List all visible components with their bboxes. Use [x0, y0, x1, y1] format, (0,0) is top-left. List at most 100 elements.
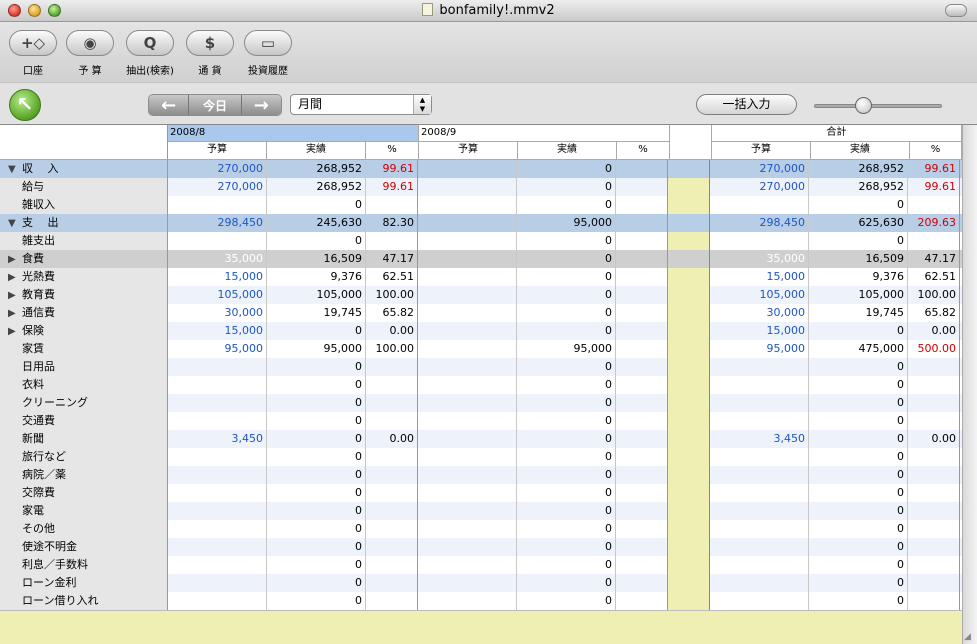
disclosure-right-icon[interactable]: ▶	[8, 251, 22, 268]
month2-budget-cell[interactable]	[418, 592, 517, 610]
category-label[interactable]: ▶ 保険	[0, 322, 168, 340]
month2-budget-cell[interactable]	[418, 196, 517, 214]
month1-pct-cell[interactable]	[366, 466, 418, 484]
month1-budget-cell[interactable]: 15,000	[168, 268, 267, 286]
total-actual-cell[interactable]: 0	[809, 412, 908, 430]
month1-pct-cell[interactable]: 99.61	[366, 178, 418, 196]
month1-pct-cell[interactable]: 82.30	[366, 214, 418, 232]
total-pct-cell[interactable]	[908, 574, 960, 592]
category-row[interactable]: 使途不明金 0 0 0	[0, 538, 962, 556]
category-label[interactable]: ▶ 食費	[0, 250, 168, 268]
toolbar-search[interactable]: Q 抽出(検索)	[121, 30, 179, 77]
month1-actual-cell[interactable]: 245,630	[267, 214, 366, 232]
month1-pct-cell[interactable]	[366, 538, 418, 556]
month2-pct-cell[interactable]	[616, 466, 668, 484]
total-actual-cell[interactable]: 0	[809, 430, 908, 448]
month1-actual-cell[interactable]: 0	[267, 376, 366, 394]
category-row[interactable]: 衣料 0 0 0	[0, 376, 962, 394]
month-header-2008-9[interactable]: 2008/9	[419, 125, 670, 142]
month2-actual-cell[interactable]: 0	[517, 448, 616, 466]
total-actual-cell[interactable]: 0	[809, 322, 908, 340]
month2-pct-cell[interactable]	[616, 286, 668, 304]
category-row[interactable]: ローン借り入れ 0 0 0	[0, 592, 962, 610]
month2-budget-cell[interactable]	[418, 214, 517, 232]
toolbar-toggle-button[interactable]	[945, 4, 967, 17]
folder-icon[interactable]: ▭	[244, 30, 292, 56]
category-row[interactable]: 利息／手数料 0 0 0	[0, 556, 962, 574]
total-pct-cell[interactable]	[908, 196, 960, 214]
category-label[interactable]: 雑収入	[0, 196, 168, 214]
disclosure-right-icon[interactable]: ▶	[8, 305, 22, 322]
total-actual-cell[interactable]: 0	[809, 394, 908, 412]
total-pct-cell[interactable]: 0.00	[908, 430, 960, 448]
month2-pct-cell[interactable]	[616, 430, 668, 448]
total-budget-cell[interactable]: 15,000	[710, 268, 809, 286]
total-pct-cell[interactable]: 100.00	[908, 286, 960, 304]
month2-actual-cell[interactable]: 0	[517, 394, 616, 412]
month2-actual-cell[interactable]: 95,000	[517, 214, 616, 232]
total-budget-cell[interactable]	[710, 358, 809, 376]
month2-actual-cell[interactable]: 0	[517, 430, 616, 448]
month1-budget-cell[interactable]	[168, 592, 267, 610]
category-row[interactable]: その他 0 0 0	[0, 520, 962, 538]
category-row[interactable]: 交際費 0 0 0	[0, 484, 962, 502]
total-actual-cell[interactable]: 9,376	[809, 268, 908, 286]
month2-pct-cell[interactable]	[616, 304, 668, 322]
month1-actual-cell[interactable]: 9,376	[267, 268, 366, 286]
total-budget-cell[interactable]	[710, 196, 809, 214]
category-row[interactable]: 家賃 95,000 95,000 100.00 95,000 95,000 475,000 5…	[0, 340, 962, 358]
total-pct-cell[interactable]	[908, 412, 960, 430]
category-label[interactable]: ▶ 通信費	[0, 304, 168, 322]
month2-pct-cell[interactable]	[616, 574, 668, 592]
month1-pct-cell[interactable]	[366, 196, 418, 214]
category-label[interactable]: 雑支出	[0, 232, 168, 250]
category-label[interactable]: ▼ 支 出	[0, 214, 168, 232]
total-budget-cell[interactable]	[710, 466, 809, 484]
total-budget-cell[interactable]	[710, 502, 809, 520]
month1-pct-cell[interactable]	[366, 394, 418, 412]
month2-pct-cell[interactable]	[616, 340, 668, 358]
total-pct-cell[interactable]	[908, 592, 960, 610]
month2-pct-cell[interactable]	[616, 358, 668, 376]
month1-budget-cell[interactable]	[168, 538, 267, 556]
total-budget-cell[interactable]	[710, 484, 809, 502]
month1-budget-cell[interactable]	[168, 484, 267, 502]
total-actual-cell[interactable]: 625,630	[809, 214, 908, 232]
toolbar-account[interactable]: +◇ 口座	[4, 30, 62, 77]
month2-pct-cell[interactable]	[616, 160, 668, 178]
month1-pct-cell[interactable]	[366, 448, 418, 466]
month1-pct-cell[interactable]: 0.00	[366, 322, 418, 340]
month2-budget-cell[interactable]	[418, 322, 517, 340]
month1-budget-cell[interactable]: 3,450	[168, 430, 267, 448]
month2-pct-cell[interactable]	[616, 448, 668, 466]
month2-pct-cell[interactable]	[616, 394, 668, 412]
category-row[interactable]: クリーニング 0 0 0	[0, 394, 962, 412]
month2-budget-cell[interactable]	[418, 538, 517, 556]
total-actual-cell[interactable]: 0	[809, 358, 908, 376]
category-row[interactable]: 雑収入 0 0 0	[0, 196, 962, 214]
total-pct-cell[interactable]	[908, 502, 960, 520]
month2-budget-cell[interactable]	[418, 448, 517, 466]
month2-pct-cell[interactable]	[616, 556, 668, 574]
category-row[interactable]: 家電 0 0 0	[0, 502, 962, 520]
total-budget-cell[interactable]	[710, 412, 809, 430]
total-actual-cell[interactable]: 0	[809, 448, 908, 466]
month1-budget-cell[interactable]: 270,000	[168, 160, 267, 178]
month1-actual-cell[interactable]: 0	[267, 502, 366, 520]
category-row[interactable]: ▶ 保険 15,000 0 0.00 0 15,000 0 0.00	[0, 322, 962, 340]
month2-actual-cell[interactable]: 0	[517, 232, 616, 250]
category-label[interactable]: ▶ 光熱費	[0, 268, 168, 286]
total-actual-cell[interactable]: 16,509	[809, 250, 908, 268]
month2-actual-cell[interactable]: 0	[517, 376, 616, 394]
month2-budget-cell[interactable]	[418, 160, 517, 178]
period-select[interactable]: 月間 ▲ ▼	[290, 94, 432, 115]
total-budget-cell[interactable]: 30,000	[710, 304, 809, 322]
month1-pct-cell[interactable]	[366, 502, 418, 520]
month2-pct-cell[interactable]	[616, 376, 668, 394]
month1-budget-cell[interactable]	[168, 574, 267, 592]
month2-pct-cell[interactable]	[616, 322, 668, 340]
month2-pct-cell[interactable]	[616, 268, 668, 286]
month2-actual-cell[interactable]: 0	[517, 322, 616, 340]
category-row[interactable]: ▶ 教育費 105,000 105,000 100.00 0 105,000 105,000 1…	[0, 286, 962, 304]
total-pct-cell[interactable]	[908, 448, 960, 466]
